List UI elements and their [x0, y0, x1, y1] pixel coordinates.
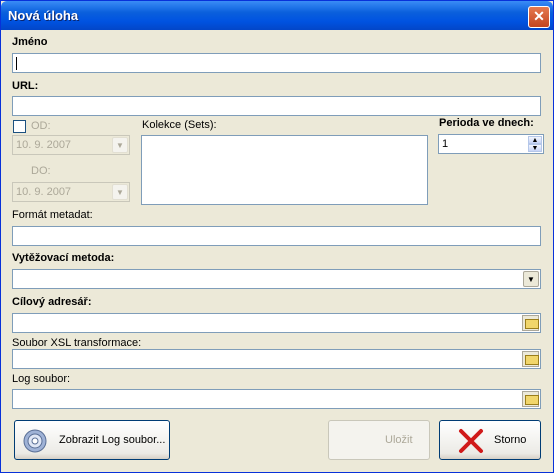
cancel-button[interactable]: Storno — [439, 420, 541, 460]
xsl-file-label: Soubor XSL transformace: — [12, 337, 142, 349]
open-folder-icon[interactable] — [522, 391, 539, 407]
sets-label: Kolekce (Sets): — [142, 119, 217, 131]
target-dir-label: Cílový adresář: — [12, 296, 92, 308]
do-date-picker[interactable]: 10. 9. 2007 ▼ — [12, 182, 130, 202]
name-label: Jméno — [12, 36, 48, 48]
metadata-format-label: Formát metadat: — [12, 209, 93, 221]
name-input[interactable] — [12, 53, 541, 73]
od-date-picker[interactable]: 10. 9. 2007 ▼ — [12, 135, 130, 155]
url-input[interactable] — [12, 96, 541, 116]
title-bar: Nová úloha ✕ — [1, 1, 553, 30]
open-folder-icon[interactable] — [522, 351, 539, 367]
close-button[interactable]: ✕ — [528, 6, 550, 28]
harvest-method-select[interactable]: ▼ — [12, 269, 541, 289]
folder-icon[interactable] — [522, 315, 539, 331]
log-file-input[interactable] — [12, 389, 541, 409]
od-label: OD: — [31, 120, 51, 132]
red-x-icon — [459, 429, 483, 453]
text-caret — [16, 57, 17, 70]
gear-icon — [23, 429, 47, 453]
url-label: URL: — [12, 80, 39, 92]
period-spinner[interactable]: 1 ▲ ▼ — [438, 134, 544, 154]
chevron-down-icon[interactable]: ▼ — [112, 137, 128, 153]
spinner-arrows[interactable]: ▲ ▼ — [528, 136, 542, 153]
spin-up-icon[interactable]: ▲ — [528, 136, 542, 144]
metadata-format-input[interactable] — [12, 226, 541, 246]
cancel-label: Storno — [494, 434, 527, 446]
sets-listbox[interactable] — [141, 135, 428, 205]
xsl-file-input[interactable] — [12, 349, 541, 369]
dialog-window: Nová úloha ✕ Jméno URL: OD: 10. 9. 2007 … — [0, 0, 554, 473]
period-label: Perioda ve dnech: — [439, 117, 534, 129]
target-dir-input[interactable] — [12, 313, 541, 333]
window-title: Nová úloha — [8, 8, 79, 23]
od-checkbox[interactable] — [13, 120, 26, 133]
save-label: Uložit — [385, 434, 413, 446]
show-log-button[interactable]: Zobrazit Log soubor... — [14, 420, 170, 460]
save-button[interactable]: Uložit — [328, 420, 430, 460]
chevron-down-icon[interactable]: ▼ — [112, 184, 128, 200]
do-label: DO: — [31, 165, 51, 177]
log-file-label: Log soubor: — [12, 373, 71, 385]
spin-down-icon[interactable]: ▼ — [528, 144, 542, 152]
chevron-down-icon[interactable]: ▼ — [523, 271, 539, 287]
close-icon: ✕ — [533, 8, 545, 24]
show-log-label: Zobrazit Log soubor... — [59, 434, 166, 446]
harvest-method-label: Vytěžovací metoda: — [12, 252, 115, 264]
